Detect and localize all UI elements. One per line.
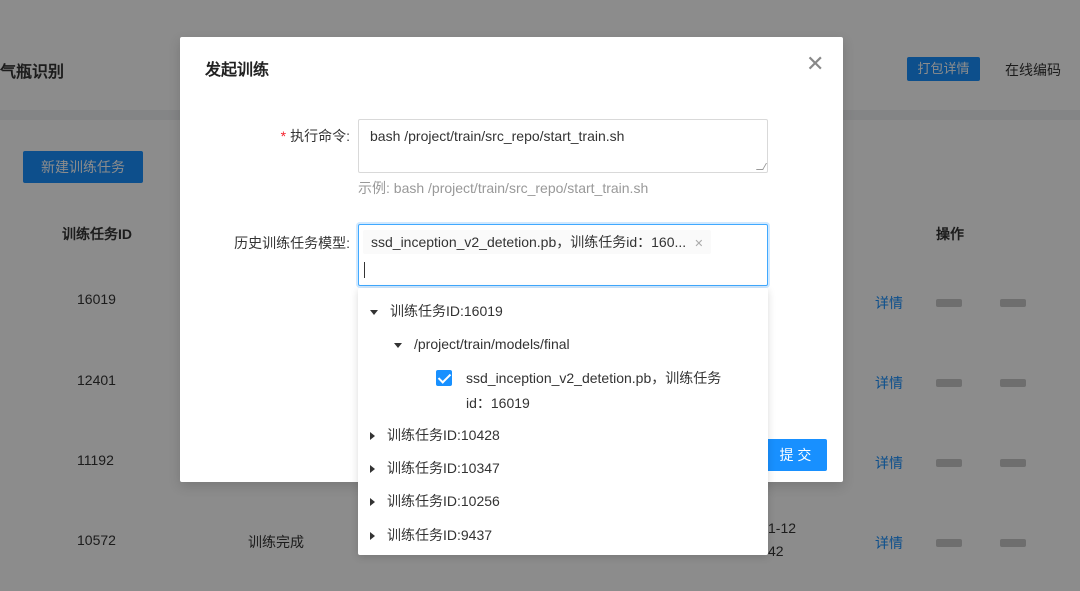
tree-node-folder[interactable]: /project/train/models/final <box>394 332 570 356</box>
tree-node-9437[interactable]: 训练任务ID:9437 <box>370 523 492 547</box>
model-checkbox[interactable] <box>436 370 452 386</box>
tree-leaf-model-id: id：16019 <box>466 395 530 411</box>
tree-node-10428[interactable]: 训练任务ID:10428 <box>370 423 500 447</box>
tag-close-icon[interactable]: ✕ <box>694 238 703 250</box>
tree-node-10256[interactable]: 训练任务ID:10256 <box>370 489 500 513</box>
caret-right-icon[interactable] <box>370 432 375 441</box>
caret-down-icon[interactable] <box>394 342 402 348</box>
command-hint: 示例: bash /project/train/src_repo/start_t… <box>358 180 649 196</box>
model-label: 历史训练任务模型: <box>234 235 350 251</box>
tree-leaf-model[interactable]: ssd_inception_v2_detetion.pb，训练任务 <box>466 366 721 390</box>
model-tree-select[interactable]: ssd_inception_v2_detetion.pb，训练任务id：160.… <box>358 224 768 286</box>
modal-title: 发起训练 <box>205 62 270 79</box>
tree-node-10347[interactable]: 训练任务ID:10347 <box>370 456 500 480</box>
command-input[interactable]: bash /project/train/src_repo/start_train… <box>358 119 768 173</box>
text-caret <box>364 262 365 278</box>
caret-down-icon[interactable] <box>370 309 378 315</box>
resize-handle-icon[interactable] <box>755 163 768 170</box>
submit-button[interactable]: 提 交 <box>764 439 827 471</box>
caret-right-icon[interactable] <box>370 465 375 474</box>
tree-node-16019[interactable]: 训练任务ID:16019 <box>370 299 503 323</box>
caret-right-icon[interactable] <box>370 532 375 541</box>
command-label: * 执行命令: <box>280 128 350 144</box>
close-icon[interactable]: ✕ <box>806 51 824 77</box>
model-tree-dropdown: 训练任务ID:16019 /project/train/models/final… <box>358 288 768 555</box>
selected-model-tag: ssd_inception_v2_detetion.pb，训练任务id：160.… <box>363 230 712 254</box>
caret-right-icon[interactable] <box>370 498 375 507</box>
